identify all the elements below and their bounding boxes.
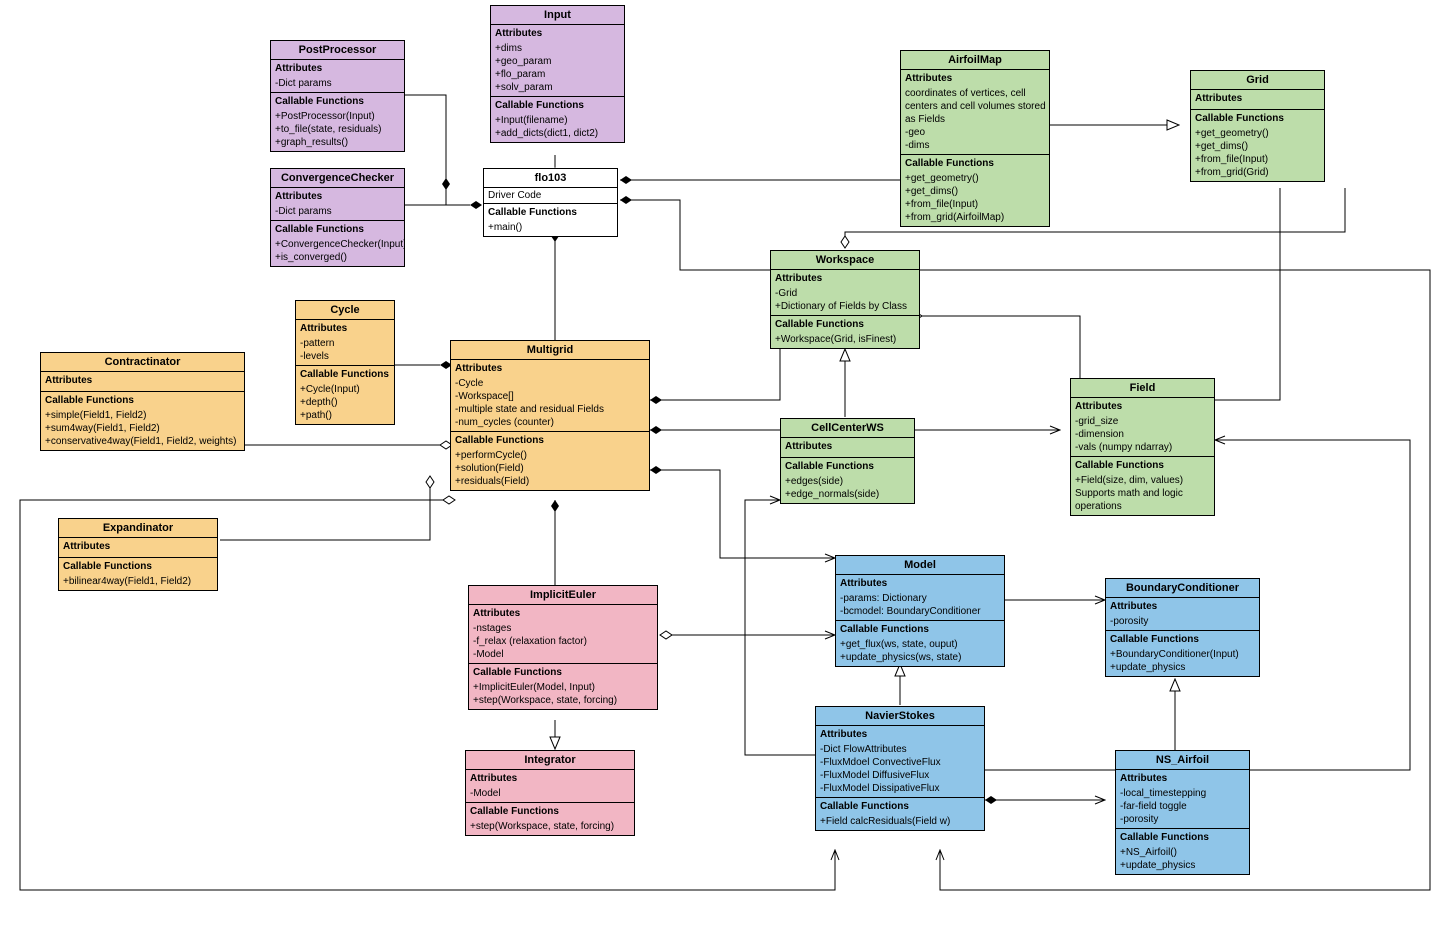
class-nsairfoil: NS_Airfoil Attributes -local_timesteppin…: [1115, 750, 1250, 875]
class-postprocessor: PostProcessor Attributes -Dict params Ca…: [270, 40, 405, 152]
class-workspace: Workspace Attributes -Grid +Dictionary o…: [770, 250, 920, 349]
class-expandinator: Expandinator Attributes Callable Functio…: [58, 518, 218, 591]
class-input: Input Attributes +dims +geo_param +flo_p…: [490, 5, 625, 143]
class-flo103: flo103 Driver Code Callable Functions +m…: [483, 168, 618, 237]
class-cycle: Cycle Attributes -pattern -levels Callab…: [295, 300, 395, 425]
class-impliciteuler: ImplicitEuler Attributes -nstages -f_rel…: [468, 585, 658, 710]
class-title: Input: [491, 6, 624, 25]
class-navierstokes: NavierStokes Attributes -Dict FlowAttrib…: [815, 706, 985, 831]
class-boundaryconditioner: BoundaryConditioner Attributes -porosity…: [1105, 578, 1260, 677]
class-grid: Grid Attributes Callable Functions +get_…: [1190, 70, 1325, 182]
class-airfoilmap: AirfoilMap Attributes coordinates of ver…: [900, 50, 1050, 227]
class-integrator: Integrator Attributes -Model Callable Fu…: [465, 750, 635, 836]
class-model: Model Attributes -params: Dictionary -bc…: [835, 555, 1005, 667]
class-cellcenterws: CellCenterWS Attributes Callable Functio…: [780, 418, 915, 504]
class-field: Field Attributes -grid_size -dimension -…: [1070, 378, 1215, 516]
class-convergencechecker: ConvergenceChecker Attributes -Dict para…: [270, 168, 405, 267]
class-contractinator: Contractinator Attributes Callable Funct…: [40, 352, 245, 451]
class-multigrid: Multigrid Attributes -Cycle -Workspace[]…: [450, 340, 650, 491]
